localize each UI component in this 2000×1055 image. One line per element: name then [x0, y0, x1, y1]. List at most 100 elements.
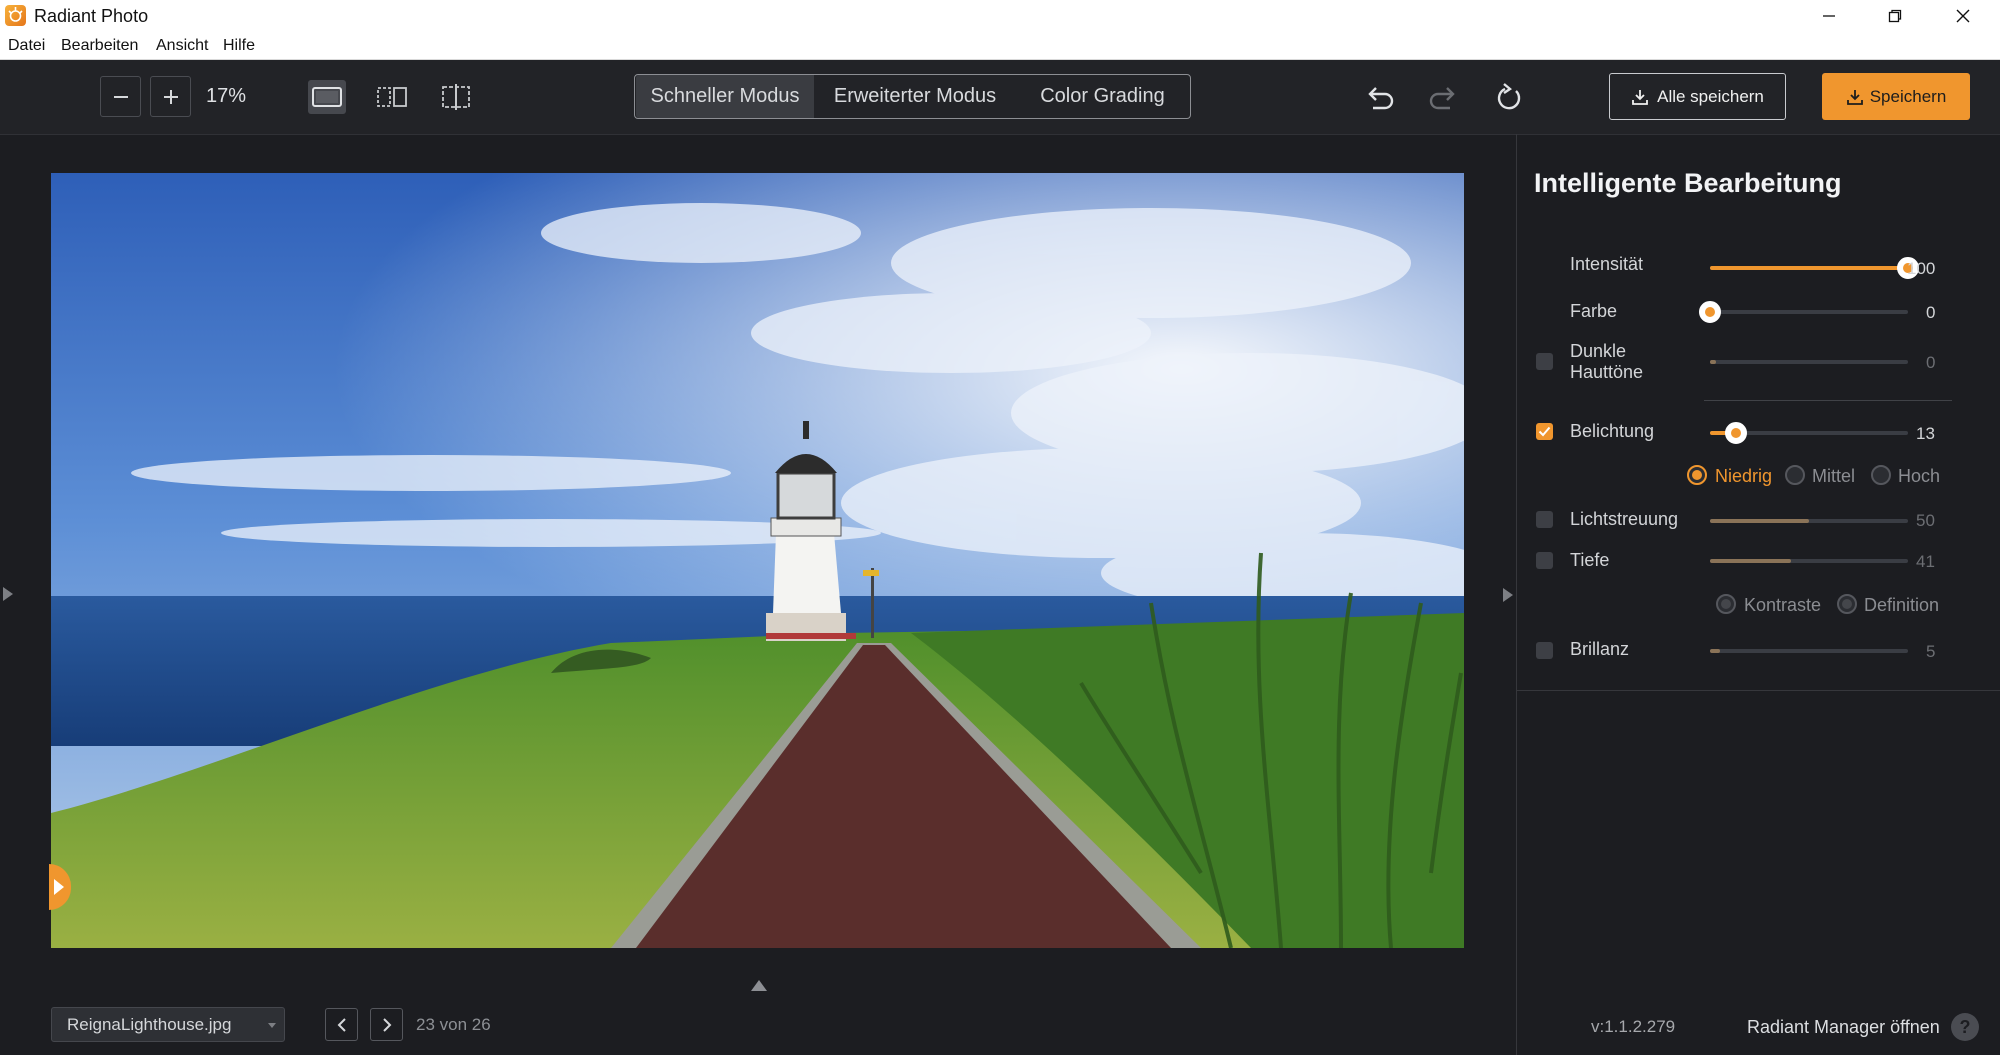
- dunkle-value: 0: [1926, 353, 1936, 372]
- redo-icon: [1429, 87, 1455, 110]
- zoom-in-button[interactable]: [150, 76, 191, 117]
- save-button[interactable]: Speichern: [1822, 73, 1970, 120]
- download-icon: [1846, 89, 1863, 105]
- tiefe-value: 41: [1916, 552, 1935, 571]
- tab-schneller-modus[interactable]: Schneller Modus: [636, 75, 814, 118]
- farbe-value: 0: [1926, 303, 1936, 322]
- menu-hilfe[interactable]: Hilfe: [223, 37, 255, 55]
- lichtstreuung-slider[interactable]: [1710, 519, 1908, 523]
- radio-mittel-label: Mittel: [1812, 466, 1856, 486]
- version-label: v:1.1.2.279: [1591, 1017, 1676, 1036]
- belichtung-value: 13: [1916, 424, 1935, 443]
- slider-fill: [1710, 360, 1716, 364]
- slider-knob[interactable]: [1724, 422, 1747, 444]
- reset-icon: [1497, 83, 1521, 110]
- right-panel-toggle[interactable]: [1500, 584, 1516, 606]
- belichtung-checkbox[interactable]: [1536, 423, 1553, 440]
- photo-preview[interactable]: [51, 173, 1464, 948]
- close-button[interactable]: [1930, 0, 1996, 32]
- radiant-manager-link[interactable]: Radiant Manager öffnen: [1747, 1017, 1940, 1038]
- chevron-right-icon: [382, 1017, 391, 1032]
- menu-datei[interactable]: Datei: [8, 37, 45, 55]
- farbe-slider[interactable]: [1699, 301, 1908, 323]
- single-view-icon: [312, 87, 342, 107]
- radio-niedrig[interactable]: [1687, 465, 1707, 485]
- split-view-button[interactable]: [373, 80, 411, 114]
- lichtstreuung-checkbox[interactable]: [1536, 511, 1553, 528]
- undo-icon: [1368, 87, 1394, 110]
- filmstrip-toggle[interactable]: [749, 977, 769, 993]
- chevron-left-icon: [337, 1017, 346, 1032]
- brillanz-checkbox[interactable]: [1536, 642, 1553, 659]
- zoom-out-button[interactable]: [100, 76, 141, 117]
- app-logo-icon: [5, 5, 26, 26]
- tiefe-slider[interactable]: [1710, 559, 1908, 563]
- radio-niedrig-label: Niedrig: [1715, 466, 1773, 486]
- radio-mittel[interactable]: [1785, 465, 1805, 485]
- plus-icon: [163, 89, 178, 104]
- tiefe-label: Tiefe: [1570, 550, 1610, 570]
- previous-image-button[interactable]: [325, 1008, 358, 1041]
- mode-switcher: Schneller Modus Erweiterter Modus Color …: [634, 74, 1191, 119]
- slider-fill: [1710, 519, 1809, 523]
- save-label: Speichern: [1869, 86, 1947, 106]
- menu-bearbeiten[interactable]: Bearbeiten: [61, 37, 138, 55]
- dunkle-hauttoene-slider[interactable]: [1710, 360, 1908, 364]
- slider-knob[interactable]: [1699, 301, 1721, 323]
- panel-bottom-divider: [1517, 690, 2000, 691]
- belichtung-slider[interactable]: [1710, 422, 1908, 444]
- left-panel-toggle[interactable]: [0, 583, 16, 605]
- redo-button[interactable]: [1426, 80, 1462, 114]
- intensitaet-value: 100: [1907, 259, 1936, 278]
- section-divider: [1704, 400, 1952, 401]
- title-bar: Radiant Photo: [0, 0, 2000, 32]
- checkmark-icon: [1538, 426, 1551, 437]
- triangle-right-icon: [1503, 588, 1513, 602]
- tiefe-checkbox[interactable]: [1536, 552, 1553, 569]
- brillanz-value: 5: [1926, 642, 1936, 661]
- minus-icon: [113, 95, 128, 98]
- triangle-right-icon: [3, 587, 13, 601]
- save-all-label: Alle speichern: [1657, 86, 1764, 106]
- radio-kontraste-label: Kontraste: [1744, 595, 1822, 615]
- image-counter: 23 von 26: [416, 1015, 491, 1034]
- tab-color-grading[interactable]: Color Grading: [1015, 75, 1190, 118]
- lichtstreuung-label: Lichtstreuung: [1570, 509, 1679, 529]
- app-title: Radiant Photo: [34, 6, 149, 26]
- download-icon: [1632, 89, 1649, 105]
- brillanz-slider[interactable]: [1710, 649, 1908, 653]
- radio-definition-label: Definition: [1864, 595, 1940, 615]
- split-view-icon: [377, 87, 407, 107]
- radio-kontraste[interactable]: [1716, 594, 1736, 614]
- file-select[interactable]: ReignaLighthouse.jpg: [51, 1007, 285, 1042]
- radio-definition[interactable]: [1837, 594, 1857, 614]
- reset-button[interactable]: [1491, 80, 1527, 114]
- intensitaet-slider[interactable]: [1710, 257, 1919, 279]
- dunkle-hauttoene-checkbox[interactable]: [1536, 353, 1553, 370]
- undo-button[interactable]: [1361, 80, 1397, 114]
- zoom-level: 17%: [206, 85, 247, 107]
- belichtung-label: Belichtung: [1570, 421, 1655, 441]
- minimize-button[interactable]: [1796, 0, 1862, 32]
- dunkle-label-line2: Hauttöne: [1570, 362, 1644, 382]
- radio-hoch-label: Hoch: [1898, 466, 1941, 486]
- restore-button[interactable]: [1862, 0, 1928, 32]
- single-view-button[interactable]: [308, 80, 346, 114]
- before-after-handle[interactable]: [49, 864, 71, 910]
- slider-fill: [1710, 266, 1908, 270]
- help-button[interactable]: ?: [1951, 1013, 1979, 1041]
- radio-hoch[interactable]: [1871, 465, 1891, 485]
- panel-divider: [1516, 134, 1517, 1055]
- save-all-button[interactable]: Alle speichern: [1609, 73, 1786, 120]
- lichtstreuung-value: 50: [1916, 511, 1935, 530]
- menu-ansicht[interactable]: Ansicht: [156, 37, 208, 55]
- brillanz-label: Brillanz: [1570, 639, 1630, 659]
- tab-erweiterter-modus[interactable]: Erweiterter Modus: [815, 75, 1015, 118]
- next-image-button[interactable]: [370, 1008, 403, 1041]
- before-after-view-button[interactable]: [437, 80, 475, 114]
- chevron-down-icon: [268, 1023, 276, 1028]
- slider-fill: [1710, 649, 1720, 653]
- triangle-right-icon: [54, 879, 64, 895]
- triangle-up-icon: [751, 980, 767, 991]
- dunkle-label-line1: Dunkle: [1570, 341, 1627, 361]
